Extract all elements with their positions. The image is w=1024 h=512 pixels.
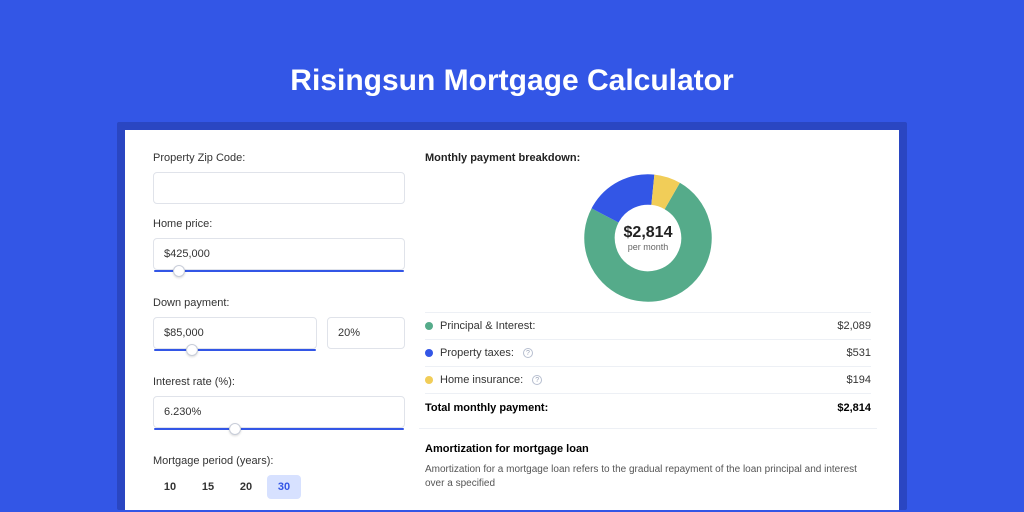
card-wrap: Property Zip Code: Home price: Down paym… (117, 122, 907, 510)
downpayment-label: Down payment: (153, 297, 405, 309)
price-input[interactable] (153, 238, 405, 270)
donut-center: $2,814 per month (584, 174, 712, 302)
form-panel: Property Zip Code: Home price: Down paym… (153, 152, 405, 510)
donut-chart-wrap: $2,814 per month (425, 170, 871, 312)
donut-sub: per month (628, 242, 669, 252)
zip-label: Property Zip Code: (153, 152, 405, 164)
legend-dot (425, 376, 433, 384)
calculator-card: Property Zip Code: Home price: Down paym… (125, 130, 899, 510)
period-options: 10152030 (153, 475, 405, 499)
period-field: Mortgage period (years): 10152030 (153, 455, 405, 499)
legend-row: Principal & Interest: $2,089 (425, 312, 871, 339)
downpayment-percent-input[interactable] (327, 317, 405, 349)
downpayment-amount-input[interactable] (153, 317, 317, 349)
legend: Principal & Interest: $2,089 Property taxe… (425, 312, 871, 393)
rate-slider[interactable] (153, 427, 405, 441)
amort-text: Amortization for a mortgage loan refers … (425, 463, 871, 491)
legend-value: $194 (847, 374, 871, 386)
legend-value: $2,089 (837, 320, 871, 332)
info-icon[interactable]: ? (532, 375, 542, 385)
breakdown-panel: Monthly payment breakdown: $2,814 per mo… (405, 152, 871, 510)
total-label: Total monthly payment: (425, 402, 548, 414)
price-slider-thumb[interactable] (173, 265, 185, 277)
downpayment-slider-thumb[interactable] (186, 344, 198, 356)
period-button-20[interactable]: 20 (229, 475, 263, 499)
total-row: Total monthly payment: $2,814 (425, 393, 871, 428)
legend-dot (425, 349, 433, 357)
period-button-30[interactable]: 30 (267, 475, 301, 499)
price-label: Home price: (153, 218, 405, 230)
total-value: $2,814 (837, 402, 871, 414)
divider (419, 428, 877, 429)
amort-title: Amortization for mortgage loan (425, 443, 871, 455)
downpayment-slider[interactable] (153, 348, 317, 362)
price-slider[interactable] (153, 269, 405, 283)
legend-dot (425, 322, 433, 330)
downpayment-field: Down payment: (153, 297, 405, 362)
legend-row: Property taxes:? $531 (425, 339, 871, 366)
zip-input[interactable] (153, 172, 405, 204)
donut-value: $2,814 (624, 224, 673, 242)
price-field: Home price: (153, 218, 405, 283)
legend-label: Principal & Interest: (440, 320, 535, 332)
rate-label: Interest rate (%): (153, 376, 405, 388)
legend-value: $531 (847, 347, 871, 359)
info-icon[interactable]: ? (523, 348, 533, 358)
legend-label: Home insurance: (440, 374, 523, 386)
legend-row: Home insurance:? $194 (425, 366, 871, 393)
period-button-15[interactable]: 15 (191, 475, 225, 499)
breakdown-title: Monthly payment breakdown: (425, 152, 871, 164)
rate-slider-thumb[interactable] (229, 423, 241, 435)
zip-field: Property Zip Code: (153, 152, 405, 204)
period-label: Mortgage period (years): (153, 455, 405, 467)
period-button-10[interactable]: 10 (153, 475, 187, 499)
page-title: Risingsun Mortgage Calculator (290, 64, 733, 98)
page: Risingsun Mortgage Calculator Property Z… (0, 0, 1024, 512)
rate-input[interactable] (153, 396, 405, 428)
rate-field: Interest rate (%): (153, 376, 405, 441)
legend-label: Property taxes: (440, 347, 514, 359)
donut-chart: $2,814 per month (584, 174, 712, 302)
